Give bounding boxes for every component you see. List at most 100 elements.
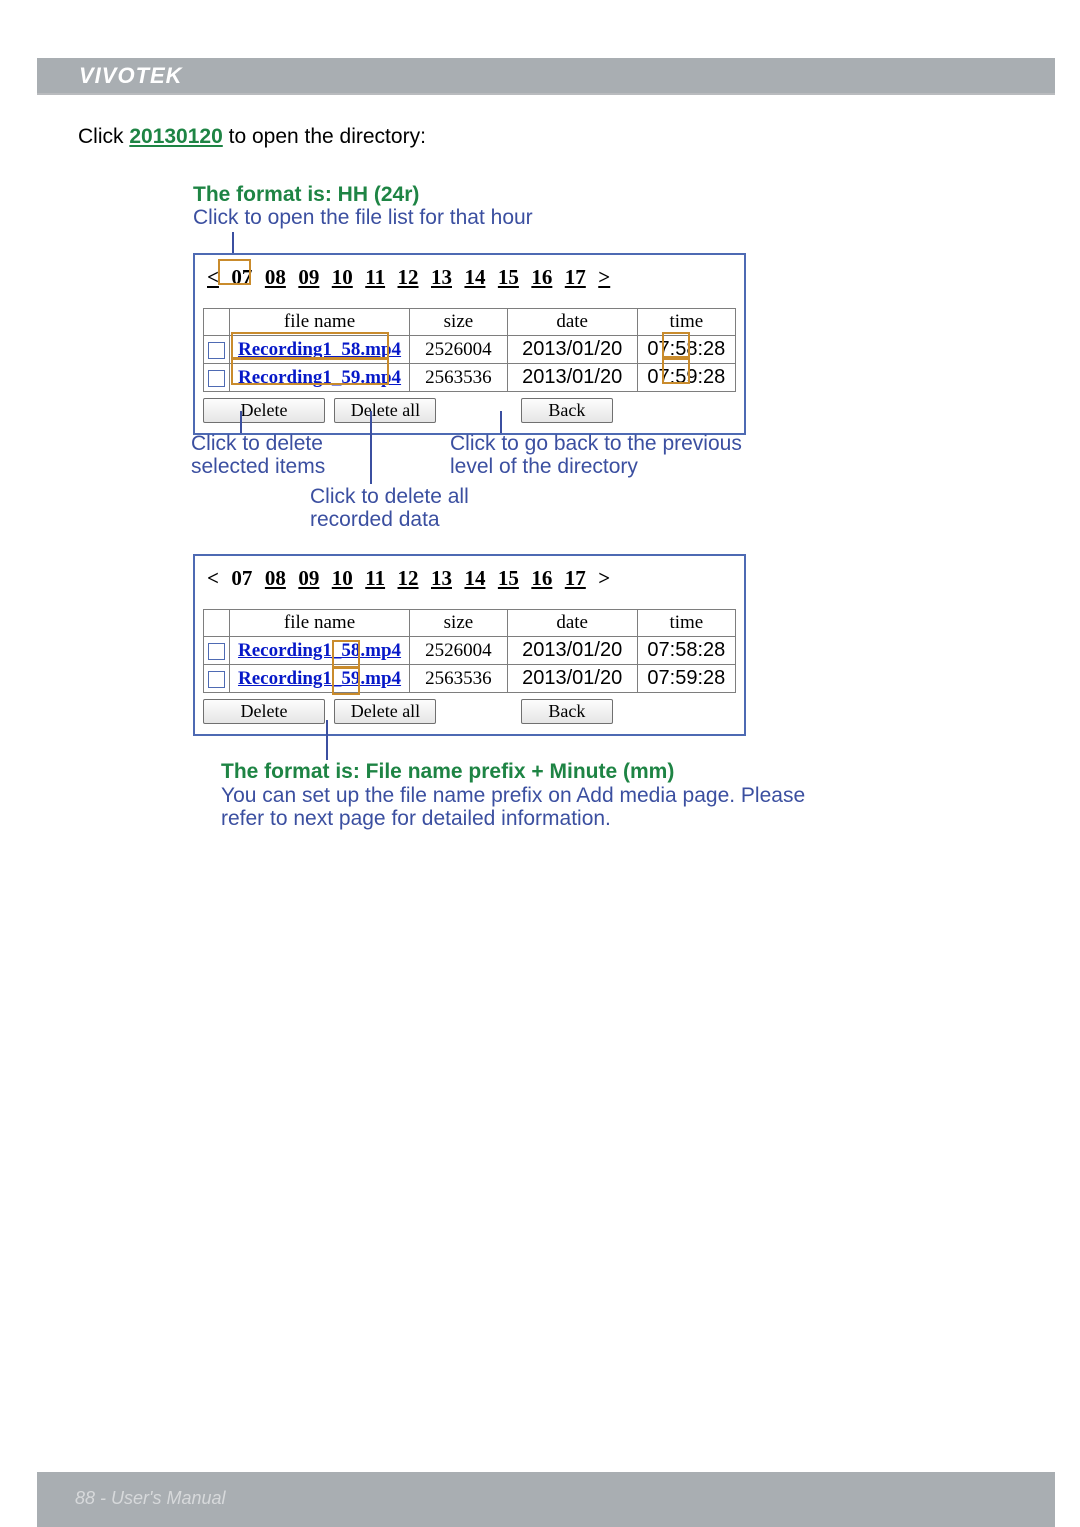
annotation-line-hour — [232, 232, 234, 254]
col-date: date — [507, 309, 637, 336]
hour-17[interactable]: 17 — [565, 566, 586, 590]
format-note-2: The format is: File name prefix + Minute… — [221, 760, 674, 784]
hour-08[interactable]: 08 — [265, 566, 286, 590]
file-browser-box-1: < 07 08 09 10 11 12 13 14 15 16 17 > fil… — [193, 253, 746, 435]
cell-size: 2526004 — [410, 336, 507, 364]
cell-size: 2526004 — [410, 637, 507, 665]
table-row: Recording1_59.mp4 2563536 2013/01/20 07:… — [204, 665, 736, 693]
hour-09[interactable]: 09 — [298, 265, 319, 289]
cell-size: 2563536 — [410, 364, 507, 392]
page: VIVOTEK Click 20130120 to open the direc… — [0, 0, 1080, 1527]
cell-time: 07:59:28 — [637, 364, 735, 392]
table-header-row: file name size date time — [204, 610, 736, 637]
ann-back-2: level of the directory — [450, 455, 638, 479]
table-row: Recording1_58.mp4 2526004 2013/01/20 07:… — [204, 336, 736, 364]
format-sub-2a: You can set up the file name prefix on A… — [221, 784, 805, 808]
table-row: Recording1_59.mp4 2563536 2013/01/20 07:… — [204, 364, 736, 392]
hour-11[interactable]: 11 — [365, 265, 385, 289]
format-sub-2b: refer to next page for detailed informat… — [221, 807, 611, 831]
file-link[interactable]: Recording1_58.mp4 — [238, 339, 401, 360]
header-band: VIVOTEK — [37, 58, 1055, 93]
cell-time: 07:59:28 — [637, 665, 735, 693]
row-checkbox[interactable] — [208, 342, 225, 359]
delete-button[interactable]: Delete — [203, 699, 325, 724]
hour-12[interactable]: 12 — [398, 566, 419, 590]
button-row-1: Delete Delete all Back — [195, 392, 744, 433]
hour-07[interactable]: 07 — [231, 566, 252, 590]
col-size: size — [410, 309, 507, 336]
ann-line-back — [500, 411, 502, 433]
col-filename: file name — [229, 309, 409, 336]
back-button[interactable]: Back — [521, 398, 613, 423]
cell-date: 2013/01/20 — [507, 637, 637, 665]
footer-band: 88 - User's Manual — [37, 1472, 1055, 1527]
col-time: time — [637, 309, 735, 336]
cell-size: 2563536 — [410, 665, 507, 693]
format-sub-1: Click to open the file list for that hou… — [193, 206, 533, 230]
hour-14[interactable]: 14 — [464, 265, 485, 289]
hour-10[interactable]: 10 — [332, 265, 353, 289]
cell-date: 2013/01/20 — [507, 364, 637, 392]
date-link[interactable]: 20130120 — [129, 125, 222, 148]
intro-pre: Click — [78, 125, 129, 148]
col-checkbox — [204, 610, 230, 637]
hour-12[interactable]: 12 — [398, 265, 419, 289]
hour-16[interactable]: 16 — [531, 566, 552, 590]
hour-pager-1: < 07 08 09 10 11 12 13 14 15 16 17 > — [195, 255, 744, 308]
hour-16[interactable]: 16 — [531, 265, 552, 289]
hour-prev[interactable]: < — [207, 265, 219, 289]
file-link[interactable]: Recording1_59.mp4 — [238, 668, 401, 689]
hour-08[interactable]: 08 — [265, 265, 286, 289]
hour-13[interactable]: 13 — [431, 265, 452, 289]
ann-line-filename — [326, 720, 328, 760]
cell-time: 07:58:28 — [637, 637, 735, 665]
hour-prev[interactable]: < — [207, 566, 219, 590]
hour-17[interactable]: 17 — [565, 265, 586, 289]
footer-sep: - — [95, 1488, 111, 1508]
hour-11[interactable]: 11 — [365, 566, 385, 590]
cell-date: 2013/01/20 — [507, 665, 637, 693]
row-checkbox[interactable] — [208, 370, 225, 387]
hour-07[interactable]: 07 — [231, 265, 252, 289]
format-note-1: The format is: HH (24r) — [193, 183, 419, 207]
file-link[interactable]: Recording1_58.mp4 — [238, 640, 401, 661]
table-header-row: file name size date time — [204, 309, 736, 336]
brand-logo: VIVOTEK — [79, 63, 183, 89]
file-browser-box-2: < 07 08 09 10 11 12 13 14 15 16 17 > fil… — [193, 554, 746, 736]
ann-delete-1: Click to delete — [191, 432, 323, 456]
row-checkbox[interactable] — [208, 671, 225, 688]
file-table-1: file name size date time Recording1_58.m… — [203, 308, 736, 392]
table-row: Recording1_58.mp4 2526004 2013/01/20 07:… — [204, 637, 736, 665]
cell-date: 2013/01/20 — [507, 336, 637, 364]
hour-next[interactable]: > — [598, 566, 610, 590]
hour-10[interactable]: 10 — [332, 566, 353, 590]
hour-13[interactable]: 13 — [431, 566, 452, 590]
col-date: date — [507, 610, 637, 637]
hour-15[interactable]: 15 — [498, 566, 519, 590]
delete-all-button[interactable]: Delete all — [334, 699, 436, 724]
footer-page: 88 — [75, 1488, 95, 1508]
ann-line-deleteall — [370, 411, 372, 484]
hour-next[interactable]: > — [598, 265, 610, 289]
back-button[interactable]: Back — [521, 699, 613, 724]
hour-09[interactable]: 09 — [298, 566, 319, 590]
col-checkbox — [204, 309, 230, 336]
col-filename: file name — [229, 610, 409, 637]
cell-time: 07:58:28 — [637, 336, 735, 364]
hour-14[interactable]: 14 — [464, 566, 485, 590]
file-table-2: file name size date time Recording1_58.m… — [203, 609, 736, 693]
file-link[interactable]: Recording1_59.mp4 — [238, 367, 401, 388]
hour-15[interactable]: 15 — [498, 265, 519, 289]
ann-deleteall-1: Click to delete all — [310, 485, 469, 509]
button-row-2: Delete Delete all Back — [195, 693, 744, 734]
delete-button[interactable]: Delete — [203, 398, 325, 423]
footer-title: User's Manual — [111, 1488, 225, 1508]
ann-back-1: Click to go back to the previous — [450, 432, 742, 456]
ann-line-delete — [240, 411, 242, 433]
col-size: size — [410, 610, 507, 637]
ann-delete-2: selected items — [191, 455, 325, 479]
ann-deleteall-2: recorded data — [310, 508, 440, 532]
row-checkbox[interactable] — [208, 643, 225, 660]
delete-all-button[interactable]: Delete all — [334, 398, 436, 423]
header-rule — [37, 93, 1055, 95]
